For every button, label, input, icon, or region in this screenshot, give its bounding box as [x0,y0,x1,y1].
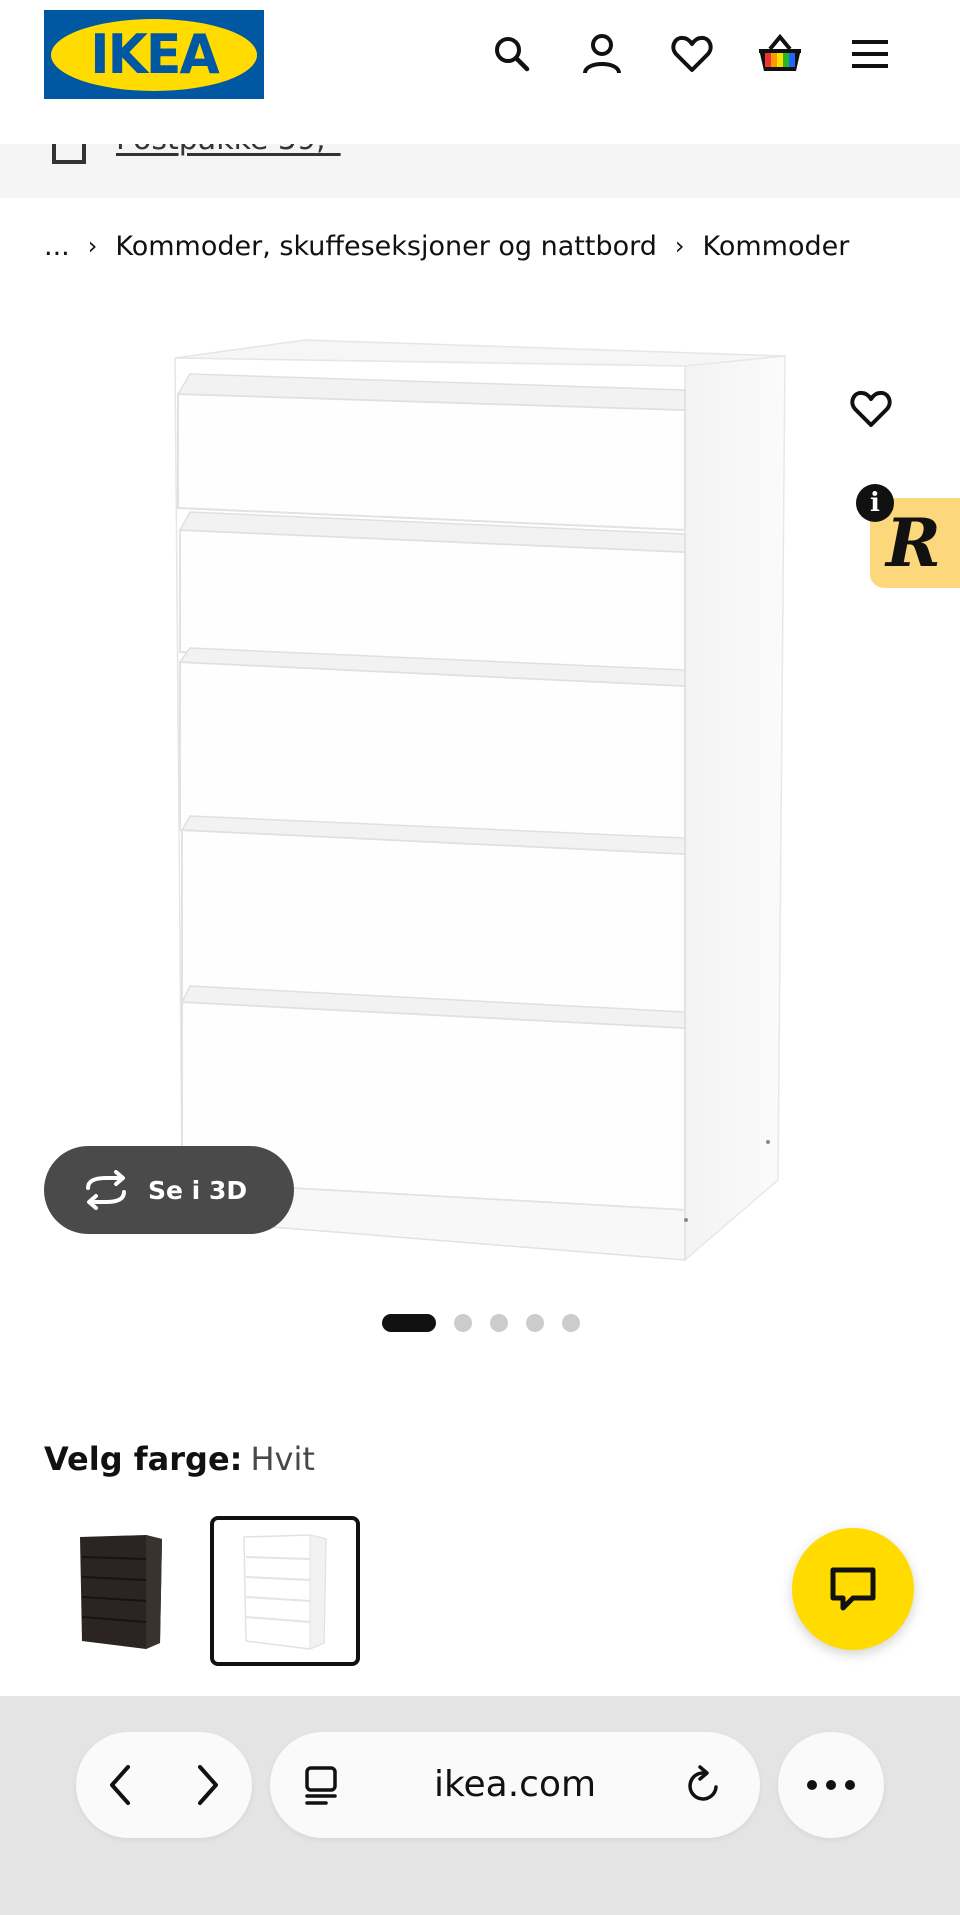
chat-icon [830,1567,876,1611]
pagination-dot[interactable] [526,1314,544,1332]
back-button[interactable] [76,1732,164,1838]
chat-button[interactable] [792,1528,914,1650]
logo-text: IKEA [90,23,219,87]
address-bar[interactable]: ikea.com [270,1732,760,1838]
breadcrumb: ... › Kommoder, skuffeseksjoner og nattb… [44,226,849,266]
promo-strip: Postpakke 59,– [0,144,960,198]
product-image[interactable] [170,330,790,1274]
pagination-dot[interactable] [454,1314,472,1332]
info-icon[interactable]: i [856,484,894,522]
package-icon [52,144,86,164]
account-icon[interactable] [578,30,626,78]
basket-icon[interactable] [756,30,804,78]
menu-icon[interactable] [846,30,894,78]
forward-button[interactable] [164,1732,252,1838]
color-swatch-white[interactable] [210,1516,360,1666]
site-header: IKEA [0,0,960,144]
browser-toolbar: ikea.com [0,1696,960,1915]
favorite-heart-button[interactable] [846,384,896,434]
pagination-dot[interactable] [490,1314,508,1332]
swatch-image [80,1535,162,1649]
chevron-left-icon [110,1765,130,1805]
badge-letter: R [886,504,941,582]
color-value: Hvit [250,1440,315,1478]
breadcrumb-ellipsis[interactable]: ... [44,231,70,262]
breadcrumb-item-current[interactable]: Kommoder [703,231,850,262]
view-3d-label: Se i 3D [148,1175,248,1205]
color-swatch-black-brown[interactable] [46,1516,196,1666]
image-pagination [382,1313,580,1333]
logo-ellipse: IKEA [51,18,257,91]
more-options-button[interactable] [778,1732,884,1838]
pagination-dot-active[interactable] [382,1314,436,1332]
view-3d-button[interactable]: Se i 3D [44,1146,294,1234]
chevron-right-icon: › [87,232,98,260]
rotate-3d-icon [86,1170,126,1210]
breadcrumb-item-category[interactable]: Kommoder, skuffeseksjoner og nattbord [115,231,657,262]
extension-badge[interactable]: R i [856,484,960,588]
promo-link[interactable]: Postpakke 59,– [116,144,341,157]
ikea-logo[interactable]: IKEA [44,10,264,99]
reload-icon[interactable] [682,1763,726,1807]
color-selector-title: Velg farge: Hvit [44,1440,315,1478]
chevron-right-icon: › [674,232,685,260]
pagination-dot[interactable] [562,1314,580,1332]
chevron-right-icon [198,1765,218,1805]
swatch-image [243,1534,327,1650]
more-dots-icon [807,1780,855,1790]
search-icon[interactable] [488,30,536,78]
color-label: Velg farge: [44,1440,243,1478]
heart-icon[interactable] [668,30,716,78]
history-nav [76,1732,252,1838]
